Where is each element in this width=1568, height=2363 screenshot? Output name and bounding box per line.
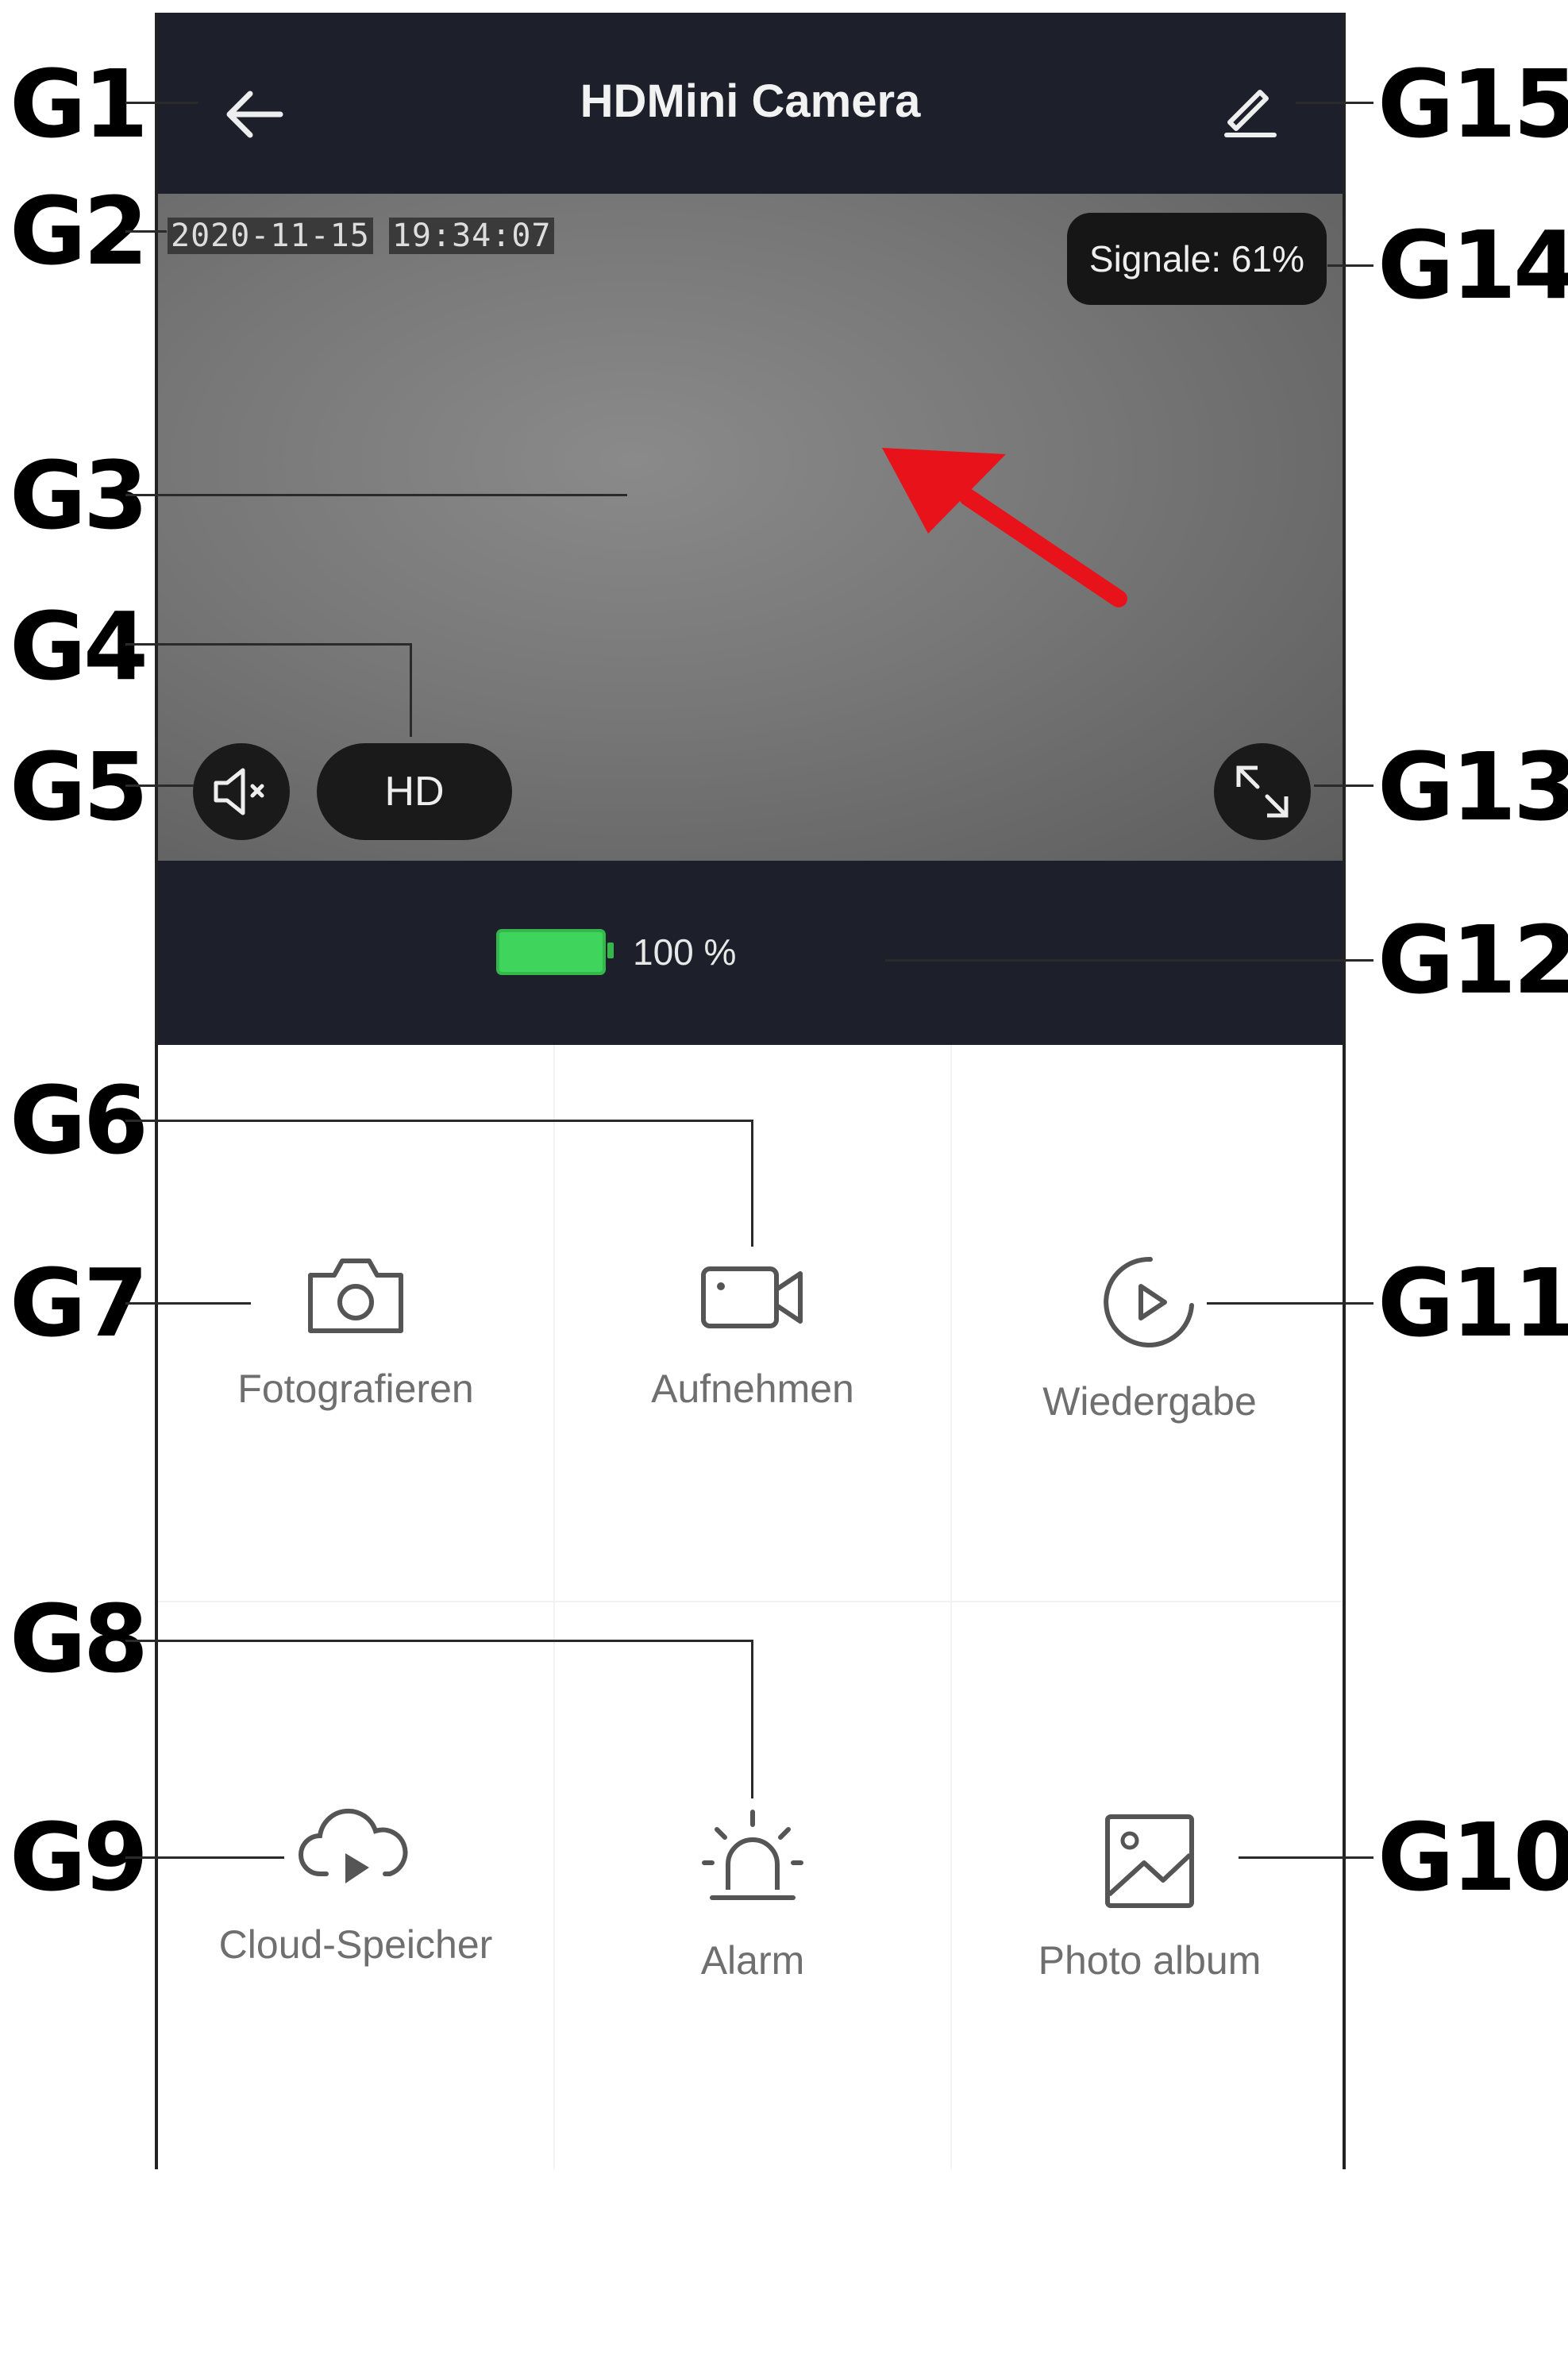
tile-alarm[interactable]: Alarm	[555, 1807, 950, 2363]
camera-icon	[308, 1259, 403, 1333]
callout-g11: G11	[1377, 1248, 1568, 1358]
leader-line	[125, 1120, 753, 1122]
osd-date: 2020-11-15	[168, 218, 373, 254]
leader-line	[1239, 1856, 1373, 1859]
status-bar	[158, 861, 1343, 1045]
leader-line	[885, 959, 1373, 962]
tile-label: Cloud-Speicher	[218, 1922, 493, 1967]
live-video-view[interactable]: 2020-11-15 19:34:07 Signale: 61% HD	[158, 194, 1343, 861]
callout-g1: G1	[10, 49, 148, 159]
tile-label: Photo album	[1038, 1938, 1262, 1983]
leader-line	[125, 784, 194, 787]
speaker-muted-icon	[214, 768, 264, 815]
callout-g14: G14	[1377, 210, 1568, 320]
tile-cloud-storage[interactable]: Cloud-Speicher	[158, 1807, 553, 2363]
mute-button[interactable]	[193, 743, 290, 840]
page-title: HDMini Camera	[580, 75, 921, 127]
leader-line	[125, 230, 167, 233]
leader-line	[125, 643, 411, 646]
battery-indicator: 100 %	[496, 929, 736, 975]
fullscreen-icon	[1236, 765, 1289, 818]
playback-icon	[1104, 1256, 1194, 1347]
leader-line	[125, 494, 627, 496]
hd-quality-button[interactable]: HD	[317, 743, 512, 840]
tile-take-photo[interactable]: Fotografieren	[158, 1251, 553, 1807]
signal-badge: Signale: 61%	[1066, 213, 1327, 305]
callout-g10: G10	[1377, 1802, 1568, 1912]
leader-line	[1314, 784, 1373, 787]
photo-album-icon	[1105, 1814, 1194, 1908]
callout-g15: G15	[1377, 49, 1568, 159]
callout-g13: G13	[1377, 732, 1568, 842]
callout-g12: G12	[1377, 905, 1568, 1015]
alarm-siren-icon	[702, 1810, 803, 1900]
tile-label: Alarm	[700, 1938, 805, 1983]
tile-label: Fotografieren	[237, 1367, 474, 1411]
tile-playback[interactable]: Wiedergabe	[952, 1251, 1347, 1807]
phone-screen: HDMini Camera 2020-11-15 19:34:07 Signale…	[155, 13, 1346, 2169]
tile-photo-album[interactable]: Photo album	[952, 1807, 1347, 2363]
app-header: HDMini Camera	[158, 13, 1343, 194]
tile-label: Aufnehmen	[651, 1367, 854, 1411]
cloud-play-icon	[299, 1808, 408, 1883]
battery-icon	[496, 929, 614, 975]
fullscreen-button[interactable]	[1214, 743, 1311, 840]
callout-g8: G8	[10, 1584, 148, 1694]
leader-line	[410, 643, 412, 737]
callout-g5: G5	[10, 732, 148, 842]
battery-percentage: 100 %	[633, 931, 737, 973]
video-camera-icon	[701, 1266, 803, 1328]
leader-line	[751, 1640, 753, 1798]
edit-icon[interactable]	[1222, 81, 1279, 138]
leader-line	[1207, 1302, 1373, 1305]
leader-line	[125, 1302, 251, 1305]
osd-time: 19:34:07	[388, 218, 555, 254]
leader-line	[125, 1856, 284, 1859]
video-timestamp: 2020-11-15 19:34:07	[168, 218, 570, 254]
leader-line	[125, 1640, 753, 1642]
leader-line	[1296, 102, 1373, 104]
leader-line	[1327, 264, 1373, 267]
callout-g4: G4	[10, 592, 148, 701]
leader-line	[751, 1120, 753, 1247]
leader-line	[125, 102, 198, 104]
red-arrow-annotation	[882, 448, 1127, 607]
tile-label: Wiedergabe	[1042, 1379, 1257, 1424]
